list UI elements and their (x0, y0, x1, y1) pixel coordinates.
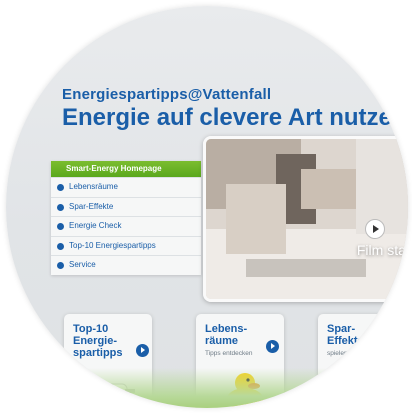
bullet-icon (57, 242, 64, 250)
card-title: Top-10 Energie-spartipps (73, 323, 123, 359)
card-title: Lebens-räume (205, 323, 248, 347)
bullet-icon (57, 184, 64, 191)
menu-item-label: Top-10 Energiespartipps (69, 240, 156, 250)
menu-item-label: Lebensräume (69, 182, 118, 191)
page-title: Energie auf clevere Art nutze (62, 104, 392, 131)
menu-header[interactable]: Smart-Energy Homepage (51, 161, 201, 177)
menu-item-spar-effekte[interactable]: Spar-Effekte (51, 196, 201, 217)
grass-background (6, 368, 408, 408)
arrow-right-icon[interactable] (266, 340, 279, 353)
card-subtitle: Tipps entdecken (205, 350, 253, 357)
menu-item-label: Energie Check (69, 221, 122, 231)
card-subtitle: spielend l (327, 350, 355, 357)
menu-item-label: Service (69, 260, 96, 270)
circular-frame: Energiespartipps@Vattenfall Energie auf … (6, 6, 408, 408)
play-icon[interactable] (365, 219, 385, 239)
menu-item-label: Spar-Effekte (69, 201, 114, 211)
page-eyebrow: Energiespartipps@Vattenfall (62, 86, 272, 103)
menu-item-lebensraeume[interactable]: Lebensräume (51, 177, 201, 197)
sidebar-menu: Smart-Energy Homepage Lebensräume Spar-E… (51, 161, 201, 275)
menu-item-energie-check[interactable]: Energie Check (51, 216, 201, 236)
bullet-icon (57, 203, 64, 211)
bullet-icon (57, 223, 64, 231)
menu-item-top10[interactable]: Top-10 Energiespartipps (51, 235, 201, 256)
arrow-right-icon[interactable] (136, 344, 149, 357)
film-start-label[interactable]: Film starten (357, 242, 408, 258)
video-player[interactable]: Film starten (203, 136, 408, 302)
bullet-icon (57, 262, 64, 270)
menu-item-service[interactable]: Service (51, 255, 201, 275)
card-title: Spar-Effekte (327, 323, 364, 347)
